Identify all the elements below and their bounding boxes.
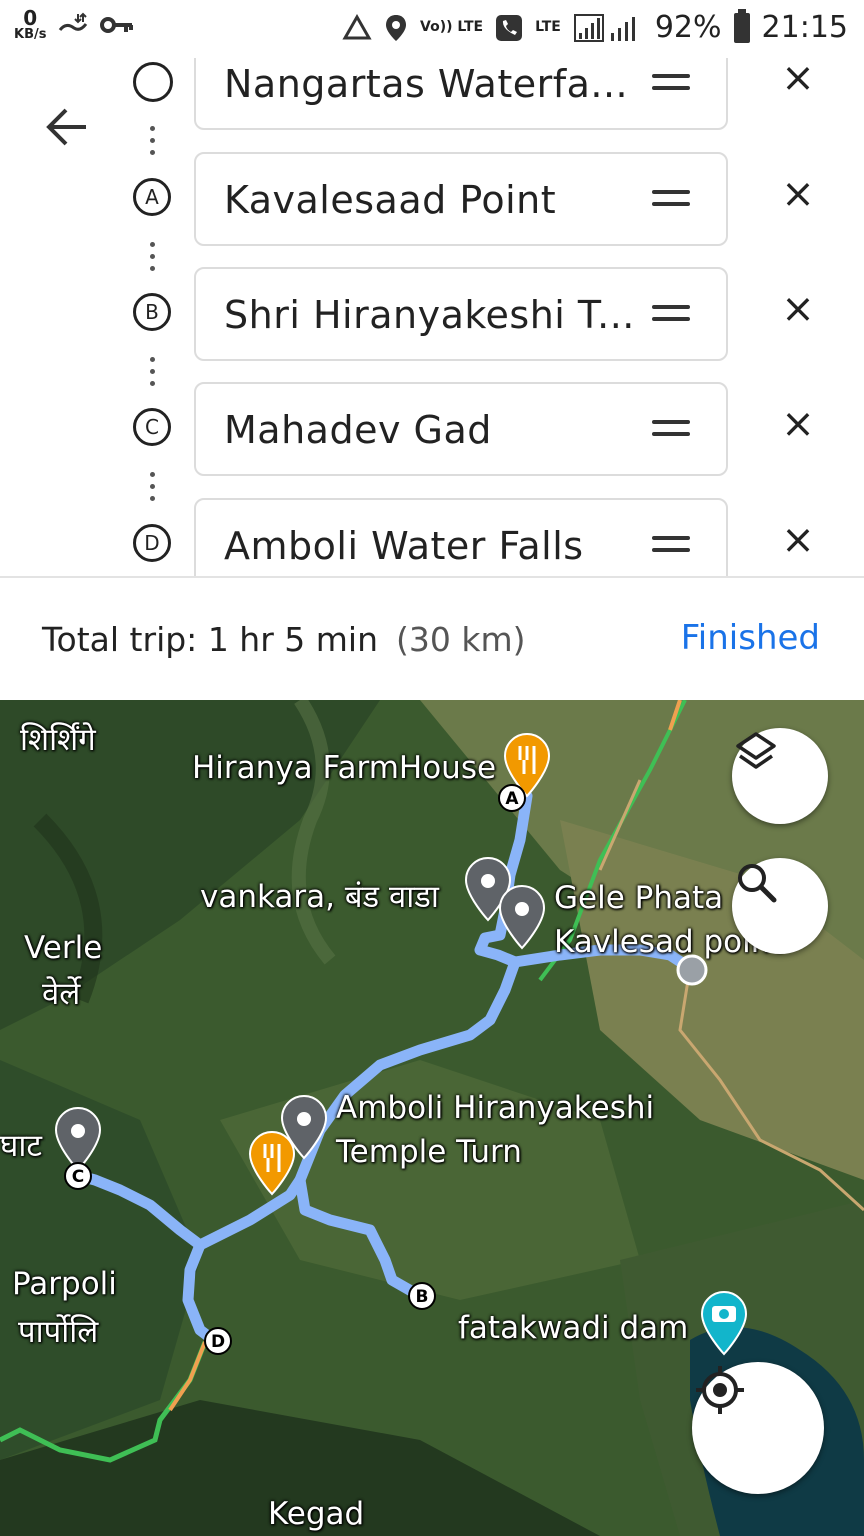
stop-marker-b: B: [133, 293, 171, 331]
close-icon[interactable]: ×: [778, 174, 818, 214]
map-label: Amboli Hiranyakeshi: [336, 1090, 655, 1126]
lte-indicator: LTE: [535, 19, 561, 35]
route-marker-b: B: [408, 1282, 436, 1310]
map-label: Kegad: [268, 1496, 365, 1532]
svg-text:B: B: [416, 1287, 429, 1307]
stop-marker-a: A: [133, 178, 171, 216]
stop-name: Kavalesaad Point: [224, 178, 557, 222]
map-label: घाट: [0, 1128, 42, 1164]
search-icon: [738, 864, 777, 903]
stop-marker-c: C: [133, 408, 171, 446]
status-bar: 0 KB/s Vo)) LTE LTE 92% 21:15: [0, 0, 864, 58]
drag-handle-icon[interactable]: [652, 190, 690, 214]
stop-row-b: B Shri Hiranyakeshi T... ×: [0, 267, 864, 363]
map-label: Parpoli: [12, 1266, 117, 1302]
stop-row-start: Nangartas Waterfa... ×: [0, 58, 864, 132]
drag-handle-icon[interactable]: [652, 420, 690, 444]
close-icon[interactable]: ×: [778, 520, 818, 560]
svg-text:C: C: [72, 1167, 84, 1187]
trip-summary: Total trip: 1 hr 5 min (30 km) Finished: [0, 578, 864, 700]
map-label: शिर्शिंगे: [20, 722, 96, 758]
stop-marker-d: D: [133, 524, 171, 562]
drag-handle-icon[interactable]: [652, 74, 690, 98]
route-marker-a: A: [498, 784, 526, 812]
data-transfer-icon: [59, 12, 88, 31]
close-icon[interactable]: ×: [778, 58, 818, 98]
stop-field-c[interactable]: Mahadev Gad: [194, 382, 728, 476]
map-label: पार्पोलि: [18, 1314, 99, 1350]
close-icon[interactable]: ×: [778, 289, 818, 329]
stop-row-d: D Amboli Water Falls ×: [0, 498, 864, 576]
map-label: fatakwadi dam: [458, 1310, 689, 1346]
volte-indicator: Vo)) LTE: [420, 19, 484, 35]
stop-row-a: A Kavalesaad Point ×: [0, 152, 864, 248]
key-icon: [100, 16, 134, 33]
stop-field-b[interactable]: Shri Hiranyakeshi T...: [194, 267, 728, 361]
start-point-marker: [133, 62, 173, 102]
phone-icon: [496, 14, 523, 41]
stop-row-c: C Mahadev Gad ×: [0, 382, 864, 478]
my-location-button[interactable]: [692, 1362, 824, 1494]
map-view[interactable]: A B C D शिर्शिंगे Hiranya FarmHouse vank…: [0, 700, 864, 1536]
close-icon[interactable]: ×: [778, 404, 818, 444]
stop-field-d[interactable]: Amboli Water Falls: [194, 498, 728, 576]
map-label: वेर्ले: [42, 976, 81, 1012]
signal-icon: [573, 13, 635, 42]
finished-button[interactable]: Finished: [681, 618, 820, 658]
map-label: Temple Turn: [336, 1134, 522, 1170]
route-marker-d: D: [204, 1327, 232, 1355]
battery-percent: 92%: [654, 10, 722, 45]
layers-button[interactable]: [732, 728, 828, 824]
stop-field-start[interactable]: Nangartas Waterfa...: [194, 58, 728, 130]
stop-name: Mahadev Gad: [224, 408, 492, 452]
drag-handle-icon[interactable]: [652, 305, 690, 329]
battery-icon: [733, 8, 750, 43]
layers-icon: [736, 732, 776, 769]
drag-handle-icon[interactable]: [652, 536, 690, 560]
map-label: Verle: [24, 930, 103, 966]
stop-name: Amboli Water Falls: [224, 524, 584, 568]
map-label: Hiranya FarmHouse: [192, 750, 497, 786]
svg-text:D: D: [211, 1332, 225, 1352]
svg-text:A: A: [505, 789, 519, 809]
clock: 21:15: [761, 10, 848, 45]
route-planner: Nangartas Waterfa... × A Kavalesaad Poin…: [0, 58, 864, 576]
stop-field-a[interactable]: Kavalesaad Point: [194, 152, 728, 246]
route-marker-c: C: [64, 1162, 92, 1190]
stop-name: Nangartas Waterfa...: [224, 62, 629, 106]
network-speed: 0 KB/s: [14, 6, 47, 42]
location-icon: [386, 14, 407, 41]
my-location-icon: [696, 1366, 744, 1414]
map-label: Gele Phata: [554, 880, 724, 916]
recycle-icon: [342, 13, 372, 39]
total-trip-text: Total trip: 1 hr 5 min (30 km): [42, 620, 526, 659]
search-along-route-button[interactable]: [732, 858, 828, 954]
map-label: vankara, बंड वाडा: [200, 879, 439, 915]
stop-name: Shri Hiranyakeshi T...: [224, 293, 635, 337]
